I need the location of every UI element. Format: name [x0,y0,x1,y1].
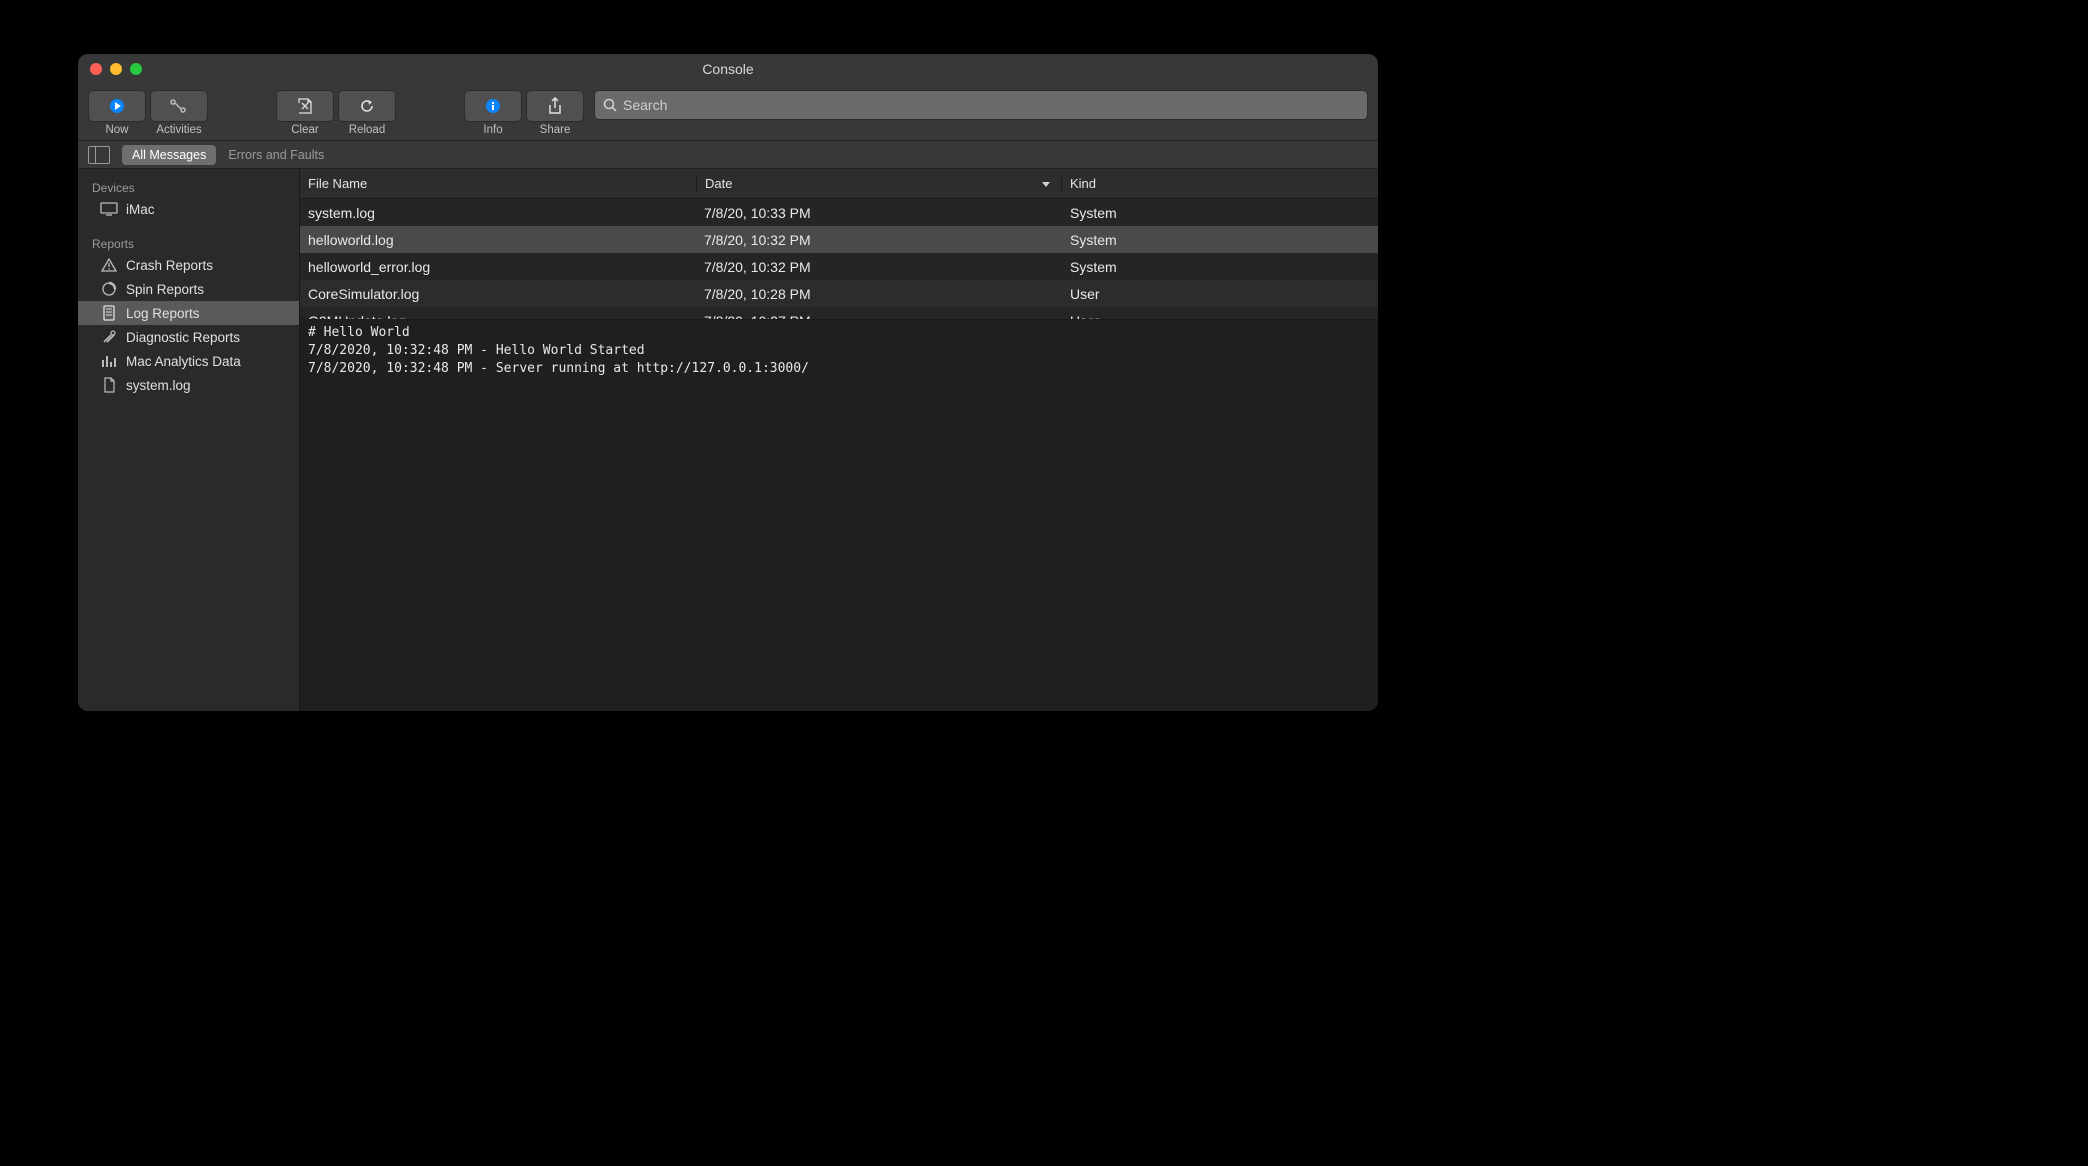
now-icon [109,98,125,114]
reload-icon [359,98,375,114]
column-header-file[interactable]: File Name [300,176,696,191]
log-content-pane[interactable]: # Hello World 7/8/2020, 10:32:48 PM - He… [300,319,1378,711]
info-icon [485,98,501,114]
chevron-down-icon [1041,180,1051,188]
cell-kind: System [1062,205,1378,221]
filter-errors-faults[interactable]: Errors and Faults [228,148,324,162]
sidebar-toggle-icon[interactable] [88,146,110,164]
chart-icon [100,353,118,369]
share-label: Share [540,124,571,136]
table-row[interactable]: G2MUpdate.log 7/8/20, 10:27 PM User [300,307,1378,319]
sidebar-item-label: Spin Reports [126,282,204,297]
cell-date: 7/8/20, 10:32 PM [696,232,1062,248]
spinner-icon [100,281,118,297]
cell-date: 7/8/20, 10:33 PM [696,205,1062,221]
table-row[interactable]: helloworld.log 7/8/20, 10:32 PM System [300,226,1378,253]
column-header-kind[interactable]: Kind [1062,176,1378,191]
display-icon [100,201,118,217]
now-button[interactable] [88,90,146,122]
tools-icon [100,329,118,345]
cell-file: CoreSimulator.log [300,286,696,302]
cell-date: 7/8/20, 10:28 PM [696,286,1062,302]
sidebar-item-imac[interactable]: iMac [78,197,299,221]
table-row[interactable]: helloworld_error.log 7/8/20, 10:32 PM Sy… [300,253,1378,280]
minimize-button[interactable] [110,63,122,75]
window-title: Console [78,61,1378,77]
sidebar-item-label: Log Reports [126,306,200,321]
table-header: File Name Date Kind [300,169,1378,199]
sidebar-item-label: Crash Reports [126,258,213,273]
warning-icon [100,257,118,273]
info-label: Info [483,124,502,136]
sidebar-item-diagnostic-reports[interactable]: Diagnostic Reports [78,325,299,349]
main: File Name Date Kind system.log 7/8/20, 1… [300,169,1378,711]
close-button[interactable] [90,63,102,75]
sidebar-item-spin-reports[interactable]: Spin Reports [78,277,299,301]
share-button[interactable] [526,90,584,122]
maximize-button[interactable] [130,63,142,75]
cell-kind: User [1062,313,1378,320]
cell-kind: User [1062,286,1378,302]
body: Devices iMac Reports Crash Reports Spin … [78,169,1378,711]
column-header-label: Kind [1070,176,1096,191]
activities-button[interactable] [150,90,208,122]
toolbar-group-info-share: Info Share [464,90,584,136]
sidebar-item-system-log[interactable]: system.log [78,373,299,397]
now-label: Now [105,124,128,136]
console-window: Console Now Activities Cl [78,54,1378,711]
log-icon [100,305,118,321]
search-field[interactable] [594,90,1368,120]
filter-bar: All Messages Errors and Faults [78,141,1378,169]
cell-file: helloworld_error.log [300,259,696,275]
sidebar-item-crash-reports[interactable]: Crash Reports [78,253,299,277]
cell-file: system.log [300,205,696,221]
toolbar: Now Activities Clear Reload [78,84,1378,141]
table-rows: system.log 7/8/20, 10:33 PM System hello… [300,199,1378,319]
search-icon [603,98,617,112]
sidebar-item-log-reports[interactable]: Log Reports [78,301,299,325]
table-row[interactable]: CoreSimulator.log 7/8/20, 10:28 PM User [300,280,1378,307]
titlebar[interactable]: Console [78,54,1378,84]
search-input[interactable] [623,97,1359,113]
column-header-date[interactable]: Date [696,176,1062,191]
sidebar-item-label: system.log [126,378,191,393]
cell-file: G2MUpdate.log [300,313,696,320]
cell-kind: System [1062,259,1378,275]
activities-icon [169,98,189,114]
cell-date: 7/8/20, 10:27 PM [696,313,1062,320]
filter-all-messages[interactable]: All Messages [122,145,216,165]
sidebar-heading-devices: Devices [78,175,299,197]
toolbar-group-clear-reload: Clear Reload [276,90,396,136]
table-row[interactable]: system.log 7/8/20, 10:33 PM System [300,199,1378,226]
sidebar-item-label: Diagnostic Reports [126,330,240,345]
info-button[interactable] [464,90,522,122]
sidebar-heading-reports: Reports [78,231,299,253]
column-header-label: Date [705,176,732,191]
sidebar-item-mac-analytics[interactable]: Mac Analytics Data [78,349,299,373]
trash-icon [296,98,314,114]
activities-label: Activities [156,124,201,136]
traffic-lights [90,63,142,75]
search-wrap [594,90,1368,120]
clear-button[interactable] [276,90,334,122]
reload-button[interactable] [338,90,396,122]
sidebar: Devices iMac Reports Crash Reports Spin … [78,169,300,711]
sidebar-item-label: Mac Analytics Data [126,354,241,369]
share-icon [547,97,563,115]
column-header-label: File Name [308,176,367,191]
toolbar-group-activity: Now Activities [88,90,208,136]
reload-label: Reload [349,124,385,136]
sidebar-item-label: iMac [126,202,155,217]
file-icon [100,377,118,393]
clear-label: Clear [291,124,318,136]
cell-date: 7/8/20, 10:32 PM [696,259,1062,275]
cell-file: helloworld.log [300,232,696,248]
cell-kind: System [1062,232,1378,248]
